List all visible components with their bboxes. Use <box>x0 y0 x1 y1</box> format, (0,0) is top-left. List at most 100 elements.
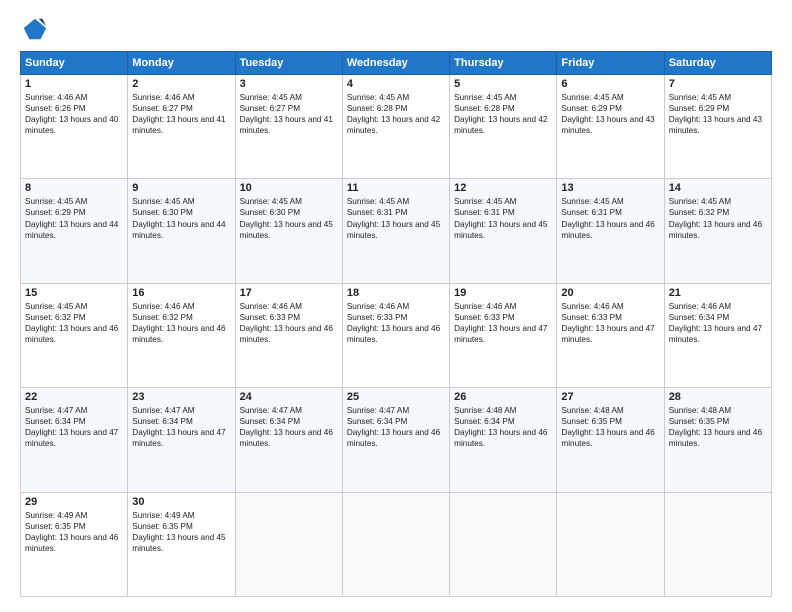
calendar-cell: 27 Sunrise: 4:48 AM Sunset: 6:35 PM Dayl… <box>557 388 664 492</box>
logo-icon <box>20 15 48 43</box>
cell-sunrise: Sunrise: 4:45 AM <box>454 196 552 207</box>
day-number: 19 <box>454 287 552 299</box>
day-number: 10 <box>240 182 338 194</box>
cell-daylight: Daylight: 13 hours and 40 minutes. <box>25 114 123 136</box>
cell-daylight: Daylight: 13 hours and 46 minutes. <box>669 427 767 449</box>
cell-daylight: Daylight: 13 hours and 45 minutes. <box>454 219 552 241</box>
calendar-cell: 30 Sunrise: 4:49 AM Sunset: 6:35 PM Dayl… <box>128 492 235 596</box>
cell-daylight: Daylight: 13 hours and 42 minutes. <box>454 114 552 136</box>
day-number: 20 <box>561 287 659 299</box>
cell-sunset: Sunset: 6:28 PM <box>454 103 552 114</box>
day-header-friday: Friday <box>557 52 664 75</box>
cell-daylight: Daylight: 13 hours and 47 minutes. <box>561 323 659 345</box>
day-header-thursday: Thursday <box>450 52 557 75</box>
day-number: 3 <box>240 78 338 90</box>
cell-sunrise: Sunrise: 4:45 AM <box>454 92 552 103</box>
calendar-cell: 28 Sunrise: 4:48 AM Sunset: 6:35 PM Dayl… <box>664 388 771 492</box>
calendar-week-row: 15 Sunrise: 4:45 AM Sunset: 6:32 PM Dayl… <box>21 283 772 387</box>
calendar-cell: 17 Sunrise: 4:46 AM Sunset: 6:33 PM Dayl… <box>235 283 342 387</box>
header <box>20 15 772 43</box>
cell-sunrise: Sunrise: 4:46 AM <box>25 92 123 103</box>
day-number: 28 <box>669 391 767 403</box>
day-header-sunday: Sunday <box>21 52 128 75</box>
day-number: 11 <box>347 182 445 194</box>
day-number: 24 <box>240 391 338 403</box>
calendar-cell: 29 Sunrise: 4:49 AM Sunset: 6:35 PM Dayl… <box>21 492 128 596</box>
calendar-cell: 14 Sunrise: 4:45 AM Sunset: 6:32 PM Dayl… <box>664 179 771 283</box>
cell-daylight: Daylight: 13 hours and 46 minutes. <box>454 427 552 449</box>
page: SundayMondayTuesdayWednesdayThursdayFrid… <box>0 0 792 612</box>
cell-daylight: Daylight: 13 hours and 44 minutes. <box>25 219 123 241</box>
day-number: 5 <box>454 78 552 90</box>
cell-sunrise: Sunrise: 4:47 AM <box>25 405 123 416</box>
cell-sunset: Sunset: 6:33 PM <box>561 312 659 323</box>
cell-sunset: Sunset: 6:30 PM <box>240 207 338 218</box>
calendar-cell: 21 Sunrise: 4:46 AM Sunset: 6:34 PM Dayl… <box>664 283 771 387</box>
cell-sunset: Sunset: 6:31 PM <box>561 207 659 218</box>
cell-daylight: Daylight: 13 hours and 47 minutes. <box>669 323 767 345</box>
cell-sunrise: Sunrise: 4:46 AM <box>132 301 230 312</box>
calendar-cell: 3 Sunrise: 4:45 AM Sunset: 6:27 PM Dayli… <box>235 75 342 179</box>
cell-daylight: Daylight: 13 hours and 41 minutes. <box>132 114 230 136</box>
cell-daylight: Daylight: 13 hours and 46 minutes. <box>25 323 123 345</box>
cell-daylight: Daylight: 13 hours and 44 minutes. <box>132 219 230 241</box>
cell-sunrise: Sunrise: 4:46 AM <box>561 301 659 312</box>
day-header-wednesday: Wednesday <box>342 52 449 75</box>
cell-sunset: Sunset: 6:33 PM <box>347 312 445 323</box>
calendar-week-row: 1 Sunrise: 4:46 AM Sunset: 6:26 PM Dayli… <box>21 75 772 179</box>
cell-sunrise: Sunrise: 4:46 AM <box>240 301 338 312</box>
day-number: 4 <box>347 78 445 90</box>
calendar-cell <box>235 492 342 596</box>
calendar-cell: 20 Sunrise: 4:46 AM Sunset: 6:33 PM Dayl… <box>557 283 664 387</box>
calendar-cell: 2 Sunrise: 4:46 AM Sunset: 6:27 PM Dayli… <box>128 75 235 179</box>
cell-sunset: Sunset: 6:34 PM <box>240 416 338 427</box>
day-number: 30 <box>132 496 230 508</box>
day-number: 25 <box>347 391 445 403</box>
cell-sunrise: Sunrise: 4:45 AM <box>561 196 659 207</box>
cell-sunset: Sunset: 6:31 PM <box>347 207 445 218</box>
cell-sunrise: Sunrise: 4:45 AM <box>132 196 230 207</box>
cell-sunrise: Sunrise: 4:45 AM <box>25 301 123 312</box>
calendar-cell: 13 Sunrise: 4:45 AM Sunset: 6:31 PM Dayl… <box>557 179 664 283</box>
cell-sunset: Sunset: 6:30 PM <box>132 207 230 218</box>
cell-daylight: Daylight: 13 hours and 45 minutes. <box>240 219 338 241</box>
cell-daylight: Daylight: 13 hours and 46 minutes. <box>347 427 445 449</box>
day-number: 16 <box>132 287 230 299</box>
day-number: 17 <box>240 287 338 299</box>
calendar-table: SundayMondayTuesdayWednesdayThursdayFrid… <box>20 51 772 597</box>
calendar-cell: 1 Sunrise: 4:46 AM Sunset: 6:26 PM Dayli… <box>21 75 128 179</box>
calendar-cell <box>342 492 449 596</box>
calendar-cell: 5 Sunrise: 4:45 AM Sunset: 6:28 PM Dayli… <box>450 75 557 179</box>
cell-sunset: Sunset: 6:32 PM <box>669 207 767 218</box>
cell-sunset: Sunset: 6:34 PM <box>347 416 445 427</box>
cell-sunrise: Sunrise: 4:48 AM <box>669 405 767 416</box>
day-number: 7 <box>669 78 767 90</box>
cell-daylight: Daylight: 13 hours and 45 minutes. <box>347 219 445 241</box>
day-number: 29 <box>25 496 123 508</box>
calendar-cell: 15 Sunrise: 4:45 AM Sunset: 6:32 PM Dayl… <box>21 283 128 387</box>
day-number: 22 <box>25 391 123 403</box>
cell-daylight: Daylight: 13 hours and 46 minutes. <box>132 323 230 345</box>
calendar-cell <box>557 492 664 596</box>
calendar-cell: 25 Sunrise: 4:47 AM Sunset: 6:34 PM Dayl… <box>342 388 449 492</box>
day-number: 12 <box>454 182 552 194</box>
cell-sunset: Sunset: 6:32 PM <box>25 312 123 323</box>
day-number: 8 <box>25 182 123 194</box>
day-number: 6 <box>561 78 659 90</box>
calendar-cell: 6 Sunrise: 4:45 AM Sunset: 6:29 PM Dayli… <box>557 75 664 179</box>
cell-sunset: Sunset: 6:33 PM <box>240 312 338 323</box>
calendar-cell: 7 Sunrise: 4:45 AM Sunset: 6:29 PM Dayli… <box>664 75 771 179</box>
cell-sunset: Sunset: 6:35 PM <box>132 521 230 532</box>
cell-sunrise: Sunrise: 4:45 AM <box>347 92 445 103</box>
cell-daylight: Daylight: 13 hours and 46 minutes. <box>561 427 659 449</box>
day-number: 1 <box>25 78 123 90</box>
cell-daylight: Daylight: 13 hours and 46 minutes. <box>561 219 659 241</box>
cell-sunrise: Sunrise: 4:48 AM <box>454 405 552 416</box>
cell-sunrise: Sunrise: 4:49 AM <box>25 510 123 521</box>
day-number: 27 <box>561 391 659 403</box>
cell-sunset: Sunset: 6:35 PM <box>25 521 123 532</box>
calendar-cell: 12 Sunrise: 4:45 AM Sunset: 6:31 PM Dayl… <box>450 179 557 283</box>
cell-daylight: Daylight: 13 hours and 46 minutes. <box>347 323 445 345</box>
calendar-week-row: 29 Sunrise: 4:49 AM Sunset: 6:35 PM Dayl… <box>21 492 772 596</box>
cell-sunrise: Sunrise: 4:46 AM <box>669 301 767 312</box>
